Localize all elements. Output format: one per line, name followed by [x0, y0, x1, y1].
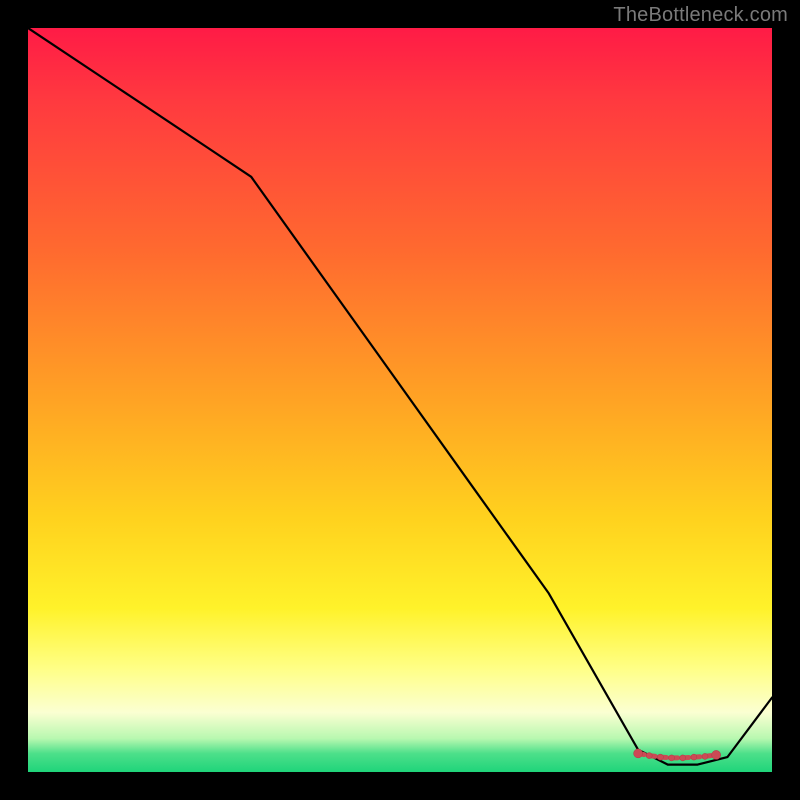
watermark-text: TheBottleneck.com [613, 4, 788, 27]
chart-frame: TheBottleneck.com [0, 0, 800, 800]
chart-overlay [28, 28, 772, 772]
bottleneck-curve [28, 28, 772, 765]
plot-area [28, 28, 772, 772]
highlight-markers [634, 749, 721, 761]
